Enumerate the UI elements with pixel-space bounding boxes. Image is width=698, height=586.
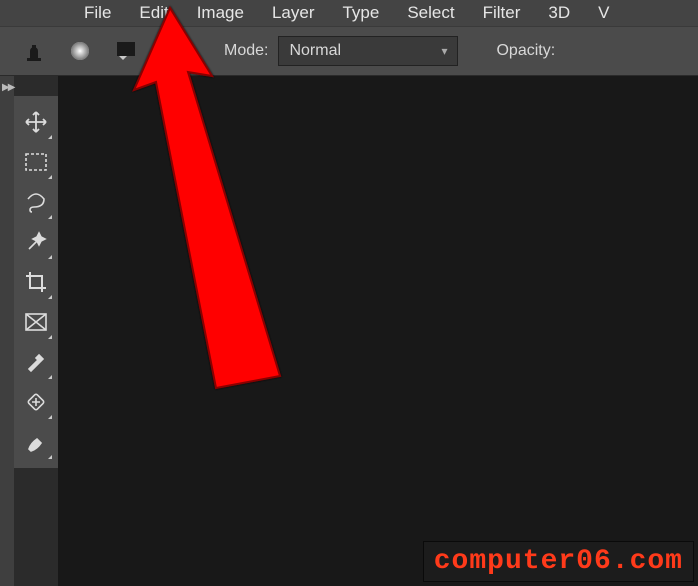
canvas[interactable] <box>58 76 698 586</box>
menu-select[interactable]: Select <box>393 0 468 26</box>
toggle-brush-panel-icon[interactable] <box>112 37 140 65</box>
menu-filter[interactable]: Filter <box>469 0 535 26</box>
frame-tool[interactable] <box>17 302 55 342</box>
healing-brush-tool[interactable] <box>17 382 55 422</box>
menu-view[interactable]: V <box>584 0 623 26</box>
panel-gutter: ▶▶ <box>0 76 14 586</box>
clone-stamp-tool-icon[interactable] <box>20 37 48 65</box>
magic-wand-tool[interactable] <box>17 222 55 262</box>
rectangular-marquee-tool[interactable] <box>17 142 55 182</box>
eyedropper-tool[interactable] <box>17 342 55 382</box>
menu-type[interactable]: Type <box>328 0 393 26</box>
opacity-label: Opacity: <box>496 42 555 60</box>
menu-layer[interactable]: Layer <box>258 0 329 26</box>
watermark: computer06.com <box>423 541 694 582</box>
lasso-tool[interactable] <box>17 182 55 222</box>
clone-source-icon[interactable] <box>158 37 186 65</box>
chevron-down-icon: ▾ <box>441 44 447 58</box>
workspace: ▶▶ <box>0 76 698 586</box>
brush-tool[interactable] <box>17 422 55 462</box>
menu-edit[interactable]: Edit <box>125 0 182 26</box>
crop-tool[interactable] <box>17 262 55 302</box>
menu-bar: File Edit Image Layer Type Select Filter… <box>0 0 698 26</box>
menu-image[interactable]: Image <box>183 0 258 26</box>
move-tool[interactable] <box>17 102 55 142</box>
menu-3d[interactable]: 3D <box>534 0 584 26</box>
mode-label: Mode: <box>224 42 268 60</box>
mode-value: Normal <box>289 42 341 60</box>
expand-panels-icon[interactable]: ▶▶ <box>2 82 13 93</box>
menu-file[interactable]: File <box>70 0 125 26</box>
options-bar: Mode: Normal ▾ Opacity: <box>0 26 698 76</box>
brush-preset-icon[interactable] <box>66 37 94 65</box>
tools-panel <box>14 96 58 468</box>
mode-dropdown[interactable]: Normal ▾ <box>278 36 458 66</box>
